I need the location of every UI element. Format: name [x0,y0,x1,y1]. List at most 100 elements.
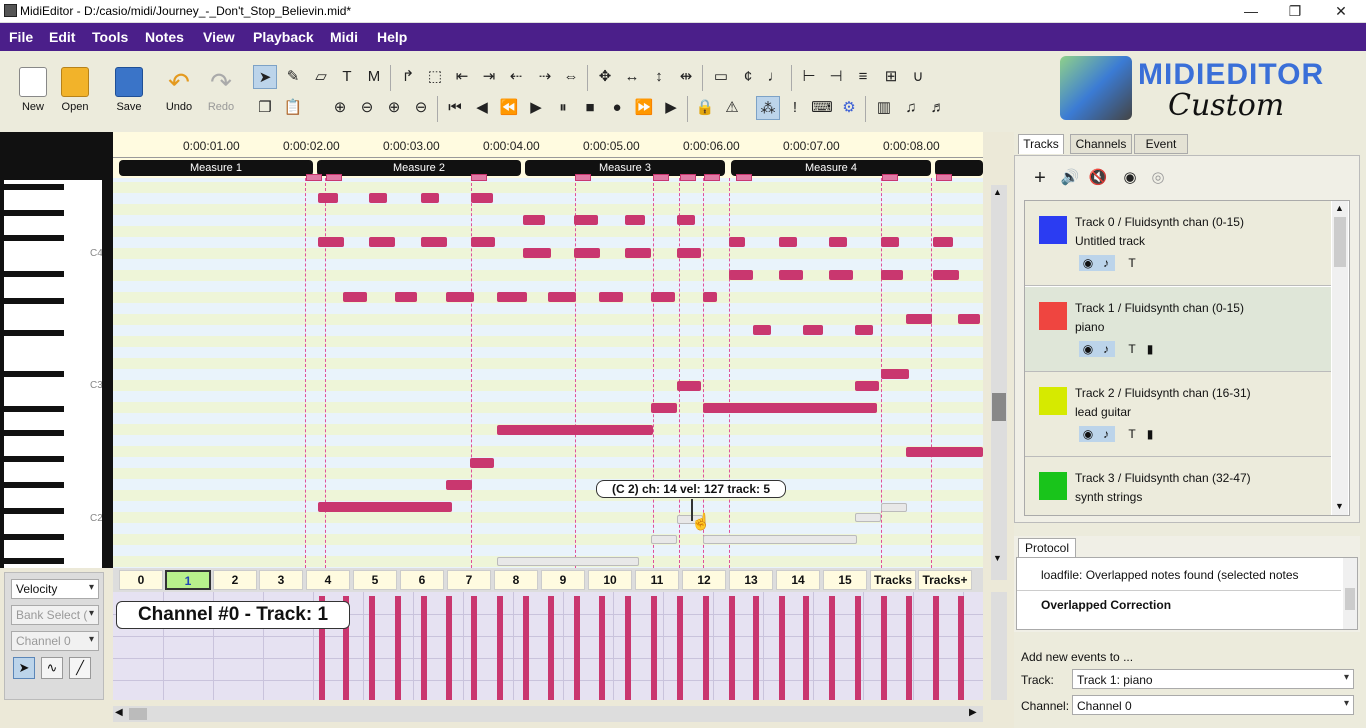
drum-kit-icon[interactable]: ♬ [926,96,950,120]
channel-tab[interactable]: 14 [776,570,820,590]
stop-icon[interactable]: ■ [578,96,602,120]
scroll-thumb[interactable] [1345,588,1355,610]
eye-icon[interactable]: ◉ [1079,341,1097,357]
midi-note[interactable] [729,237,745,247]
open-button[interactable]: Open [53,67,97,119]
equalize-icon[interactable]: ≡ [851,65,875,89]
track-item[interactable]: Track 1 / Fluidsynth chan (0-15) piano ◉… [1025,287,1331,372]
straight-line-icon[interactable]: ╱ [69,657,91,679]
channel-tab[interactable]: 12 [682,570,726,590]
speaker-icon[interactable]: ♪ [1097,426,1115,442]
piano-roll[interactable] [113,178,983,568]
tab-event[interactable]: Event [1134,134,1188,154]
zoom-out-vertical-icon[interactable]: ⊖ [355,96,379,120]
midi-note[interactable] [574,215,598,225]
midi-note[interactable] [881,237,899,247]
velocity-bar[interactable] [548,596,554,700]
track-list-scrollbar[interactable]: ▲ ▼ [1332,201,1348,515]
close-button[interactable]: ✕ [1318,0,1364,22]
rename-icon[interactable]: T [1123,341,1141,357]
channel-tab[interactable]: 9 [541,570,585,590]
back-marker-icon[interactable]: ◀ [470,96,494,120]
midi-note[interactable] [651,403,677,413]
piano-keyboard[interactable]: C4 C3 C2 [4,180,102,568]
eraser-icon[interactable]: ▱ [309,65,333,89]
midi-note[interactable] [829,270,853,280]
velocity-bar[interactable] [829,596,835,700]
measure-bar[interactable]: Measure 1 Measure 2 Measure 3 Measure 4 [113,158,983,178]
channel-select[interactable]: Channel 0 ▾ [1072,695,1354,715]
midi-note[interactable] [470,458,494,468]
hide-all-icon[interactable]: ◎ [1146,166,1170,190]
velocity-bar[interactable] [421,596,427,700]
eye-icon[interactable]: ◉ [1079,255,1097,271]
align-left-icon[interactable]: ⊢ [797,65,821,89]
track-color-swatch[interactable] [1039,302,1067,330]
channel-tab[interactable]: 11 [635,570,679,590]
menu-midi[interactable]: Midi [330,29,358,45]
rename-icon[interactable]: T [1123,426,1141,442]
cursor-left-icon[interactable]: ⇠ [504,65,528,89]
channel-tab-tracks-plus[interactable]: Tracks+ [918,570,972,590]
track-color-swatch[interactable] [1039,472,1067,500]
eye-icon[interactable]: ◉ [1079,426,1097,442]
midi-note[interactable] [958,314,980,324]
metronome-icon[interactable]: ⚠ [720,96,744,120]
midi-note[interactable] [729,270,753,280]
midi-note[interactable] [933,270,959,280]
redo-button[interactable]: ↷ Redo [199,67,243,119]
back-to-begin-icon[interactable]: ⏮ [443,96,467,120]
velocity-bar[interactable] [779,596,785,700]
zoom-out-horizontal-icon[interactable]: ⊖ [409,96,433,120]
zoom-in-vertical-icon[interactable]: ⊕ [328,96,352,120]
midi-note[interactable] [625,215,645,225]
trash-icon[interactable]: ▮ [1141,341,1159,357]
scroll-up-icon[interactable]: ▲ [1335,203,1344,213]
midi-note[interactable] [677,381,701,391]
velocity-bar[interactable] [855,596,861,700]
velocity-bar[interactable] [677,596,683,700]
velocity-bar[interactable] [574,596,580,700]
muted-note[interactable] [703,535,857,544]
scroll-right-icon[interactable]: ▶ [969,707,977,718]
show-all-icon[interactable]: ◉ [1118,166,1142,190]
lock-icon[interactable]: 🔒 [693,96,717,120]
tempo-icon[interactable]: ¢ [736,65,760,89]
tab-channels[interactable]: Channels [1070,134,1132,154]
save-button[interactable]: Save [107,67,151,119]
rename-icon[interactable]: T [1123,255,1141,271]
track-item[interactable]: Track 0 / Fluidsynth chan (0-15) Untitle… [1025,201,1331,286]
select-box-icon[interactable]: ⬚ [423,65,447,89]
midi-note[interactable] [574,248,600,258]
tab-protocol[interactable]: Protocol [1018,538,1076,558]
velocity-bar[interactable] [958,596,964,700]
cursor-right-icon[interactable]: ⇢ [533,65,557,89]
midi-note[interactable] [523,248,551,258]
measure-4[interactable]: Measure 4 [731,160,931,176]
select-right-icon[interactable]: ⇥ [477,65,501,89]
midi-note[interactable] [906,314,932,324]
midi-note[interactable] [318,193,338,203]
channel-tab[interactable]: 3 [259,570,303,590]
velocity-bar[interactable] [906,596,912,700]
piano-icon[interactable]: ▥ [872,96,896,120]
paste-icon[interactable]: 📋 [281,96,305,120]
scroll-thumb[interactable] [1334,217,1346,267]
muted-note[interactable] [497,557,639,566]
menu-view[interactable]: View [203,29,235,45]
magnet-icon[interactable]: ∪ [906,65,930,89]
pencil-icon[interactable]: ✎ [281,65,305,89]
velocity-bar[interactable] [651,596,657,700]
move-lr-icon[interactable]: ↔ [620,65,644,89]
minimize-button[interactable]: — [1228,0,1274,22]
track-item[interactable]: Track 3 / Fluidsynth chan (32-47) synth … [1025,457,1331,515]
speaker-icon[interactable]: ♪ [1097,255,1115,271]
fit-icon[interactable]: ⇔ [559,65,583,89]
select-single-icon[interactable]: ↱ [396,65,420,89]
trash-icon[interactable]: ▮ [1141,426,1159,442]
menu-edit[interactable]: Edit [49,29,75,45]
midi-note[interactable] [779,270,803,280]
midi-note[interactable] [497,425,653,435]
play-icon[interactable]: ▶ [524,96,548,120]
menu-file[interactable]: File [9,29,33,45]
